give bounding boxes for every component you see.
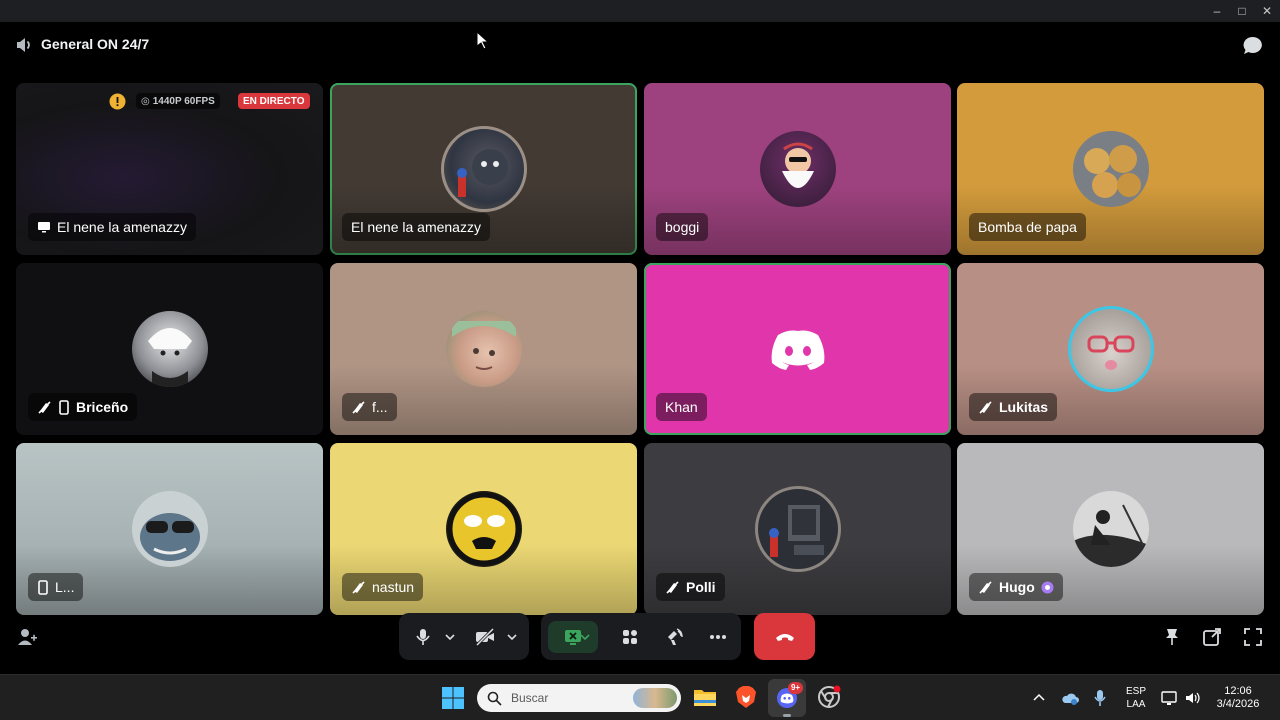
participant-nametag: Briceño [28,393,138,421]
participant-nametag: Lukitas [969,393,1058,421]
participant-tile[interactable]: f... [330,263,637,435]
avatar [1067,306,1154,392]
more-icon[interactable] [702,621,734,653]
maximize-icon[interactable]: □ [1234,3,1250,19]
brave-icon[interactable] [735,685,757,709]
avatar [445,491,522,567]
deafened-icon [666,580,679,594]
avatar [759,131,836,207]
soundboard-icon[interactable] [658,621,690,653]
microphone-icon[interactable] [407,621,439,653]
participant-nametag: nastun [342,573,424,601]
chevron-down-icon[interactable] [439,621,461,653]
participant-nametag: Hugo [969,573,1063,601]
deafened-icon [979,400,992,414]
chrome-icon[interactable] [817,685,841,709]
discord-logo-icon [760,311,836,387]
stream-tile[interactable]: ◎ 1440P 60FPS EN DIRECTO El nene la amena… [16,83,323,255]
search-icon [487,691,502,706]
participant-nametag: Polli [656,573,725,601]
warning-icon [109,93,126,109]
windows-start-icon[interactable] [441,686,465,710]
deafened-icon [38,400,51,414]
clock[interactable]: 12:06 3/4/2026 [1206,685,1270,711]
avatar [445,311,522,387]
screen-share-icon [38,222,50,233]
avatar [1072,491,1149,567]
disconnect-button[interactable] [754,613,815,660]
hang-up-icon [775,633,794,641]
deafened-icon [352,580,365,594]
participant-tile[interactable]: Lukitas [957,263,1264,435]
volume-icon[interactable] [1184,690,1200,706]
network-icon[interactable] [1161,690,1179,706]
windows-taskbar: Buscar 9+ ESP LAA 12:06 3/4/2026 [0,674,1280,720]
participant-nametag: Khan [656,393,707,421]
share-controls [541,613,741,660]
popout-icon[interactable] [1202,627,1222,647]
channel-name: General ON 24/7 [41,36,150,52]
avatar [440,126,527,212]
avatar [131,311,208,387]
participant-tile[interactable]: El nene la amenazzy [330,83,637,255]
onedrive-icon[interactable] [1061,690,1079,706]
avatar [131,491,208,567]
participant-tile[interactable]: Briceño [16,263,323,435]
chat-bubble-icon[interactable] [1242,35,1264,57]
fullscreen-icon[interactable] [1243,627,1263,647]
avatar [1072,131,1149,207]
participant-tile[interactable]: Hugo [957,443,1264,615]
window-titlebar: – □ ✕ [0,0,1280,22]
participant-tile[interactable]: boggi [644,83,951,255]
chevron-down-icon[interactable] [574,621,596,653]
participant-nametag: f... [342,393,397,421]
participant-nametag: L... [28,573,84,601]
avatar [754,486,841,572]
language-indicator[interactable]: ESP LAA [1122,685,1150,711]
mouse-cursor-icon [476,31,488,49]
deafened-icon [979,580,992,594]
search-highlight-image [633,688,677,708]
file-explorer-icon[interactable] [693,686,717,708]
taskbar-search[interactable]: Buscar [477,684,681,712]
discord-taskbar-button[interactable]: 9+ [768,679,806,717]
participant-tile[interactable]: nastun [330,443,637,615]
chevron-up-icon[interactable] [1033,693,1045,703]
participant-nametag: Bomba de papa [969,213,1086,241]
nitro-badge-icon [1041,581,1054,593]
deafened-icon [352,400,365,414]
participant-tile[interactable]: Bomba de papa [957,83,1264,255]
participant-nametag: El nene la amenazzy [28,213,196,241]
participant-tile[interactable]: Polli [644,443,951,615]
participant-tile[interactable]: Khan [644,263,951,435]
add-person-icon[interactable] [16,626,38,648]
chevron-down-icon[interactable] [501,621,523,653]
participant-tile[interactable]: L... [16,443,323,615]
close-icon[interactable]: ✕ [1259,3,1275,19]
participant-nametag: boggi [656,213,709,241]
live-badge: EN DIRECTO [238,93,310,109]
camera-off-icon[interactable] [469,621,501,653]
stream-quality-badge: ◎ 1440P 60FPS [136,93,220,109]
notification-badge: 9+ [788,682,803,694]
pin-icon[interactable] [1162,627,1182,647]
mobile-icon [59,399,69,415]
activities-icon[interactable] [614,621,646,653]
participant-nametag: El nene la amenazzy [342,213,490,241]
audio-video-controls [399,613,529,660]
channel-header: General ON 24/7 [0,22,1280,68]
mobile-icon [38,579,48,595]
microphone-tray-icon[interactable] [1093,689,1107,707]
voice-speaker-icon [17,38,30,52]
minimize-icon[interactable]: – [1209,3,1225,19]
